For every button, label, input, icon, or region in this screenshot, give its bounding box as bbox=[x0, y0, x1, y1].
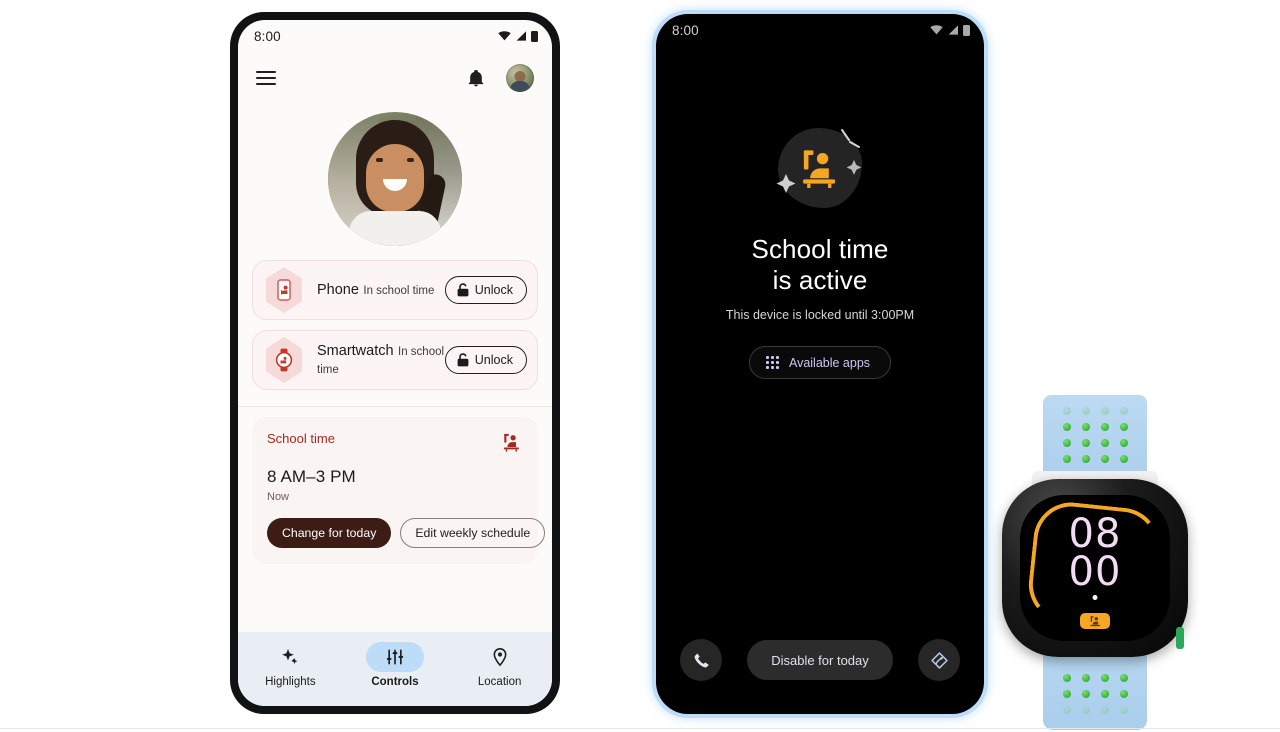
phone-call-icon bbox=[694, 653, 709, 667]
school-time-label: School time bbox=[267, 431, 335, 446]
nav-item-location[interactable]: Location bbox=[458, 642, 542, 688]
signal-icon bbox=[516, 31, 526, 41]
lock-screen-title: School time is active bbox=[752, 234, 889, 295]
page-bottom-rule bbox=[0, 728, 1280, 729]
school-time-actions: Change for today Edit weekly schedule bbox=[267, 518, 546, 548]
watch-screen[interactable]: 08 00 bbox=[1020, 495, 1170, 641]
lock-screen-content: School time is active This device is loc… bbox=[656, 46, 984, 622]
nav-pill-controls bbox=[365, 642, 424, 672]
lock-screen-subtitle: This device is locked until 3:00PM bbox=[725, 308, 915, 323]
nav-label-location: Location bbox=[477, 676, 522, 688]
watch-minutes: 00 bbox=[1068, 549, 1122, 596]
unlock-label: Unlock bbox=[474, 353, 513, 367]
change-for-today-button[interactable]: Change for today bbox=[267, 518, 392, 548]
nav-item-highlights[interactable]: Highlights bbox=[248, 642, 332, 688]
child-profile-photo[interactable] bbox=[328, 112, 462, 246]
status-clock: 8:00 bbox=[254, 28, 281, 44]
watch-band-dots-bottom bbox=[1057, 670, 1133, 722]
status-icons bbox=[498, 30, 538, 42]
device-card-smartwatch-text: Smartwatch In school time bbox=[305, 342, 445, 378]
edit-weekly-schedule-button[interactable]: Edit weekly schedule bbox=[400, 518, 546, 548]
sliders-icon bbox=[386, 649, 404, 665]
phone-dark-device: 8:00 School time is active This device i… bbox=[652, 10, 988, 718]
wifi-icon bbox=[498, 31, 511, 41]
bottom-navigation: Highlights Controls Location bbox=[238, 632, 552, 706]
unlock-button-smartwatch[interactable]: Unlock bbox=[444, 346, 527, 374]
watch-time: 08 00 bbox=[1020, 511, 1170, 596]
student-raising-hand-icon bbox=[1090, 615, 1100, 626]
watch-hours: 08 bbox=[1068, 511, 1122, 557]
bell-icon[interactable] bbox=[466, 68, 486, 88]
student-raising-hand-icon bbox=[503, 433, 519, 452]
smartwatch-glyph bbox=[275, 348, 293, 372]
device-card-phone[interactable]: Phone In school time Unlock bbox=[252, 260, 538, 320]
unlock-label: Unlock bbox=[474, 283, 513, 297]
wifi-icon bbox=[930, 25, 943, 35]
school-time-header: School time bbox=[267, 431, 523, 453]
watch-case: 08 00 bbox=[1002, 479, 1188, 657]
lock-icon bbox=[457, 353, 469, 367]
status-icons bbox=[930, 24, 970, 36]
device-card-list: Phone In school time Unlock Smartwatch I… bbox=[238, 260, 552, 390]
device-title: Smartwatch bbox=[317, 343, 394, 359]
phone-light-screen: 8:00 Phone In school time Unlock Smartwa… bbox=[238, 20, 552, 706]
phone-call-button[interactable] bbox=[680, 639, 722, 681]
app-bar bbox=[238, 52, 552, 104]
app-grid-icon bbox=[765, 356, 779, 370]
phone-device-icon bbox=[263, 267, 305, 313]
status-bar: 8:00 bbox=[238, 20, 552, 52]
emergency-icon bbox=[930, 651, 948, 669]
available-apps-label: Available apps bbox=[788, 355, 871, 370]
device-title: Phone bbox=[317, 282, 359, 298]
unlock-button-phone[interactable]: Unlock bbox=[444, 276, 527, 304]
device-subtitle: In school time bbox=[363, 285, 435, 297]
battery-icon bbox=[963, 24, 970, 36]
school-time-range: 8 AM–3 PM bbox=[267, 467, 356, 486]
smartwatch-device: 08 00 bbox=[990, 395, 1200, 730]
school-time-status: Now bbox=[267, 491, 290, 503]
nav-item-controls[interactable]: Controls bbox=[353, 642, 437, 688]
avatar[interactable] bbox=[506, 64, 534, 92]
signal-icon bbox=[948, 25, 958, 35]
scene-root: 8:00 Phone In school time Unlock Smartwa… bbox=[0, 0, 1280, 732]
hamburger-menu-icon[interactable] bbox=[256, 71, 276, 85]
phone-light-device: 8:00 Phone In school time Unlock Smartwa… bbox=[230, 12, 560, 714]
status-clock: 8:00 bbox=[672, 22, 699, 38]
student-raising-hand-icon bbox=[776, 128, 862, 208]
phone-glyph bbox=[277, 279, 291, 301]
map-pin-icon bbox=[493, 648, 507, 667]
battery-icon bbox=[531, 30, 538, 42]
phone-dark-screen: 8:00 School time is active This device i… bbox=[656, 14, 984, 714]
lock-screen-actions: Disable for today bbox=[656, 622, 984, 714]
lock-title-line-2: is active bbox=[772, 264, 868, 295]
app-bar-actions bbox=[466, 64, 534, 92]
device-card-phone-text: Phone In school time bbox=[305, 281, 445, 299]
section-divider bbox=[238, 406, 552, 407]
watch-crown-button[interactable] bbox=[1176, 627, 1184, 649]
sparkle-icon bbox=[282, 649, 298, 665]
emergency-button[interactable] bbox=[918, 639, 960, 681]
disable-for-today-button[interactable]: Disable for today bbox=[747, 640, 893, 680]
nav-label-highlights: Highlights bbox=[265, 676, 316, 688]
lock-icon bbox=[457, 283, 469, 297]
status-bar-dark: 8:00 bbox=[656, 14, 984, 46]
lock-title-line-1: School time bbox=[751, 234, 889, 264]
student-glyph bbox=[803, 150, 836, 188]
smartwatch-device-icon bbox=[263, 337, 305, 383]
available-apps-button[interactable]: Available apps bbox=[748, 346, 892, 380]
child-photo-container bbox=[238, 104, 552, 260]
device-card-smartwatch[interactable]: Smartwatch In school time Unlock bbox=[252, 330, 538, 390]
nav-pill-location bbox=[471, 642, 529, 672]
watch-school-time-chip bbox=[1080, 613, 1110, 629]
school-time-card: School time 8 AM–3 PM Now Change for tod… bbox=[252, 417, 546, 564]
watch-indicator-dot bbox=[1092, 595, 1098, 600]
nav-pill-highlights bbox=[261, 642, 319, 672]
nav-label-controls: Controls bbox=[371, 676, 419, 688]
